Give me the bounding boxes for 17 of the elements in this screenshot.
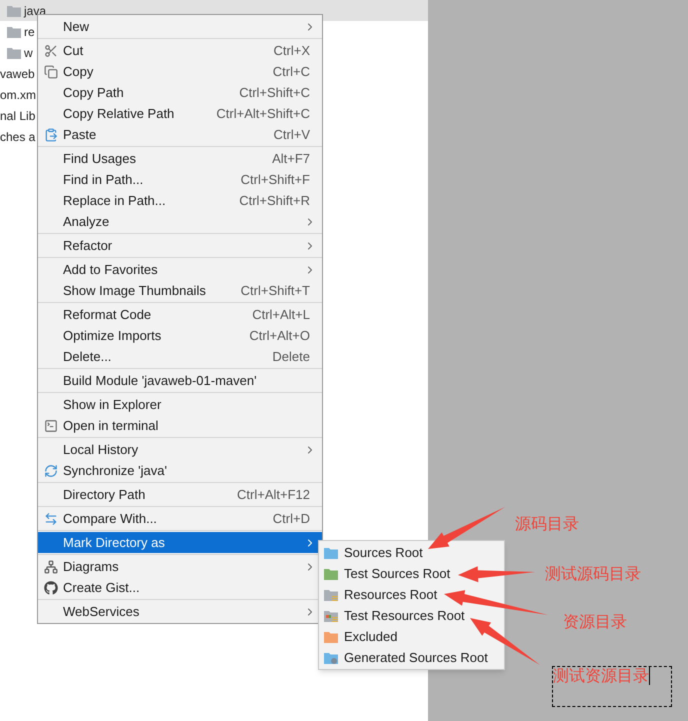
shortcut-label: Ctrl+C <box>272 62 310 81</box>
shortcut-label: Ctrl+D <box>272 510 310 528</box>
shortcut-label: Ctrl+X <box>274 42 310 60</box>
shortcut-label: Ctrl+Alt+L <box>252 306 310 324</box>
shortcut-label: Ctrl+Alt+O <box>249 326 310 345</box>
annotation-text: 资源目录 <box>563 613 627 633</box>
annotation-text: 测试源码目录 <box>545 565 641 585</box>
shortcut-label: Delete <box>272 348 310 366</box>
shortcut-label: Ctrl+Shift+F <box>240 170 310 189</box>
shortcut-label: Ctrl+Shift+R <box>239 192 310 210</box>
shortcut-label: Ctrl+V <box>274 126 310 144</box>
shortcut-label: Ctrl+Alt+F12 <box>237 486 310 504</box>
shortcut-label: Alt+F7 <box>272 150 310 168</box>
annotation-text: 源码目录 <box>515 515 579 535</box>
shortcut-label: Ctrl+Alt+Shift+C <box>216 104 310 123</box>
shortcut-label: Ctrl+Shift+T <box>240 282 310 300</box>
shortcut-label: Ctrl+Shift+C <box>239 84 310 102</box>
